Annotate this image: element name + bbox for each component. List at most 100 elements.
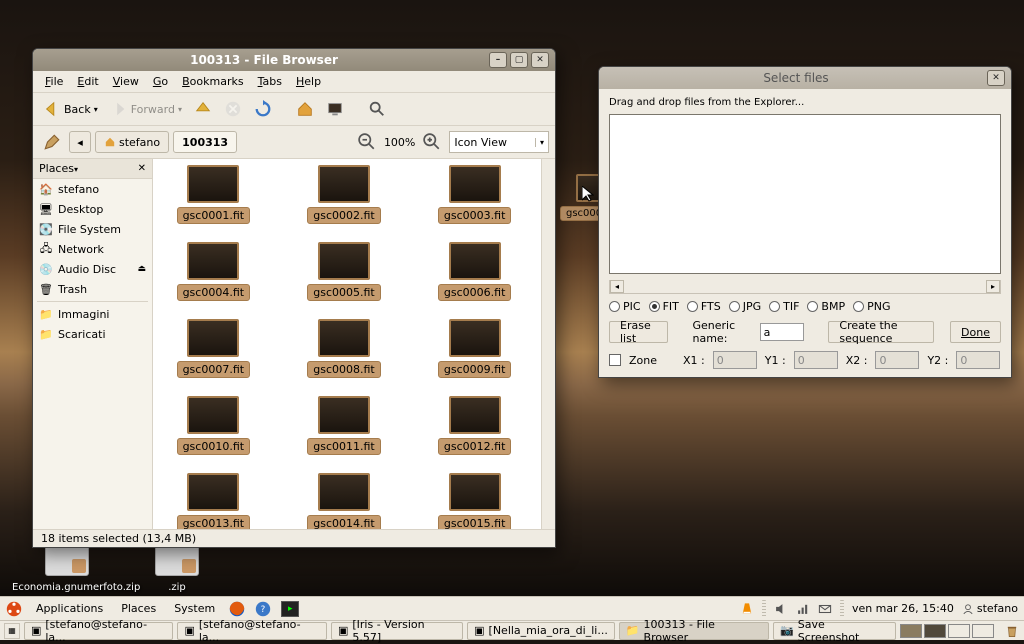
file-icon-view[interactable]: gsc0001.fit gsc0002.fit gsc0003.fit gsc0004… bbox=[153, 159, 555, 529]
sidebar-bookmark-immagini[interactable]: 📁Immagini bbox=[33, 304, 152, 324]
breadcrumb-home[interactable]: stefano bbox=[95, 131, 169, 153]
mail-icon[interactable] bbox=[818, 602, 832, 616]
network-icon[interactable] bbox=[796, 602, 810, 616]
select-files-dialog: Select files ✕ Drag and drop files from … bbox=[598, 66, 1012, 378]
close-sidebar-button[interactable]: ✕ bbox=[138, 163, 146, 174]
file-item[interactable]: gsc0001.fit bbox=[163, 165, 264, 224]
done-button[interactable]: Done bbox=[950, 321, 1001, 343]
breadcrumb-current[interactable]: 100313 bbox=[173, 131, 237, 153]
file-item[interactable]: gsc0015.fit bbox=[424, 473, 525, 529]
zone-checkbox[interactable] bbox=[609, 354, 621, 366]
computer-button[interactable] bbox=[322, 97, 348, 121]
view-mode-select[interactable]: Icon View ▾ bbox=[449, 131, 549, 153]
up-button[interactable] bbox=[190, 97, 216, 121]
firefox-icon[interactable] bbox=[229, 601, 245, 617]
taskbar-item[interactable]: ▣[Nella_mia_ora_di_li... bbox=[467, 622, 615, 640]
sidebar-item-stefano[interactable]: 🏠stefano bbox=[33, 179, 152, 199]
volume-icon[interactable] bbox=[774, 602, 788, 616]
applications-menu[interactable]: Applications bbox=[32, 600, 107, 617]
menu-edit[interactable]: Edit bbox=[71, 73, 104, 90]
format-radio-tif[interactable]: TIF bbox=[769, 300, 799, 313]
format-radio-pic[interactable]: PIC bbox=[609, 300, 641, 313]
erase-list-button[interactable]: Erase list bbox=[609, 321, 668, 343]
file-item[interactable]: gsc0014.fit bbox=[294, 473, 395, 529]
create-sequence-button[interactable]: Create the sequence bbox=[828, 321, 934, 343]
clock[interactable]: ven mar 26, 15:40 bbox=[852, 602, 954, 615]
menu-bookmarks[interactable]: Bookmarks bbox=[176, 73, 249, 90]
file-item[interactable]: gsc0007.fit bbox=[163, 319, 264, 378]
trash-icon[interactable] bbox=[1004, 623, 1020, 639]
file-drop-list[interactable] bbox=[609, 114, 1001, 274]
file-item[interactable]: gsc0010.fit bbox=[163, 396, 264, 455]
workspace-switcher[interactable] bbox=[900, 624, 994, 638]
menu-help[interactable]: Help bbox=[290, 73, 327, 90]
format-radio-fts[interactable]: FTS bbox=[687, 300, 721, 313]
file-item[interactable]: gsc0004.fit bbox=[163, 242, 264, 301]
file-item[interactable]: gsc0013.fit bbox=[163, 473, 264, 529]
file-name-label: gsc0014.fit bbox=[307, 515, 381, 529]
taskbar-item[interactable]: 📁100313 - File Browser bbox=[619, 622, 769, 640]
search-button[interactable] bbox=[364, 97, 390, 121]
close-button[interactable]: ✕ bbox=[987, 70, 1005, 86]
sidebar-header[interactable]: Places▾ bbox=[39, 162, 78, 175]
format-radio-jpg[interactable]: JPG bbox=[729, 300, 761, 313]
breadcrumb-label: 100313 bbox=[182, 136, 228, 149]
menu-go[interactable]: Go bbox=[147, 73, 174, 90]
titlebar[interactable]: 100313 - File Browser – ▢ ✕ bbox=[33, 49, 555, 71]
sidebar-item-network[interactable]: 🖧Network bbox=[33, 239, 152, 259]
file-name-label: gsc0015.fit bbox=[438, 515, 512, 529]
file-thumb-icon bbox=[187, 165, 239, 203]
file-item[interactable]: gsc0005.fit bbox=[294, 242, 395, 301]
show-desktop-button[interactable]: ▦ bbox=[4, 623, 20, 639]
file-item[interactable]: gsc0009.fit bbox=[424, 319, 525, 378]
generic-name-input[interactable] bbox=[760, 323, 804, 341]
places-menu[interactable]: Places bbox=[117, 600, 160, 617]
help-icon[interactable]: ? bbox=[255, 601, 271, 617]
menu-view[interactable]: View bbox=[107, 73, 145, 90]
file-item[interactable]: gsc0006.fit bbox=[424, 242, 525, 301]
format-radio-fit[interactable]: FIT bbox=[649, 300, 679, 313]
taskbar-item[interactable]: ▣[stefano@stefano-la... bbox=[24, 622, 174, 640]
path-back-button[interactable]: ◂ bbox=[69, 131, 91, 153]
maximize-button[interactable]: ▢ bbox=[510, 52, 528, 68]
system-menu[interactable]: System bbox=[170, 600, 219, 617]
file-item[interactable]: gsc0003.fit bbox=[424, 165, 525, 224]
file-item[interactable]: gsc0008.fit bbox=[294, 319, 395, 378]
sidebar-item-file-system[interactable]: 💽File System bbox=[33, 219, 152, 239]
file-item[interactable]: gsc0011.fit bbox=[294, 396, 395, 455]
zoom-out-button[interactable] bbox=[354, 130, 380, 154]
sidebar-item-desktop[interactable]: 🖥Desktop bbox=[33, 199, 152, 219]
scroll-right-button[interactable]: ▸ bbox=[986, 280, 1000, 293]
file-item[interactable]: gsc0012.fit bbox=[424, 396, 525, 455]
sidebar-bookmark-scaricati[interactable]: 📁Scaricati bbox=[33, 324, 152, 344]
format-radios: PIC FIT FTS JPG TIF BMP PNG bbox=[609, 300, 1001, 313]
menu-file[interactable]: File bbox=[39, 73, 69, 90]
terminal-icon[interactable]: ▸ bbox=[281, 601, 299, 617]
close-button[interactable]: ✕ bbox=[531, 52, 549, 68]
taskbar-item[interactable]: ▣[stefano@stefano-la... bbox=[177, 622, 327, 640]
eject-icon[interactable]: ⏏ bbox=[137, 264, 146, 274]
vlc-icon[interactable] bbox=[740, 602, 754, 616]
trash-icon: 🗑 bbox=[39, 282, 53, 296]
minimize-button[interactable]: – bbox=[489, 52, 507, 68]
zoom-in-button[interactable] bbox=[419, 130, 445, 154]
edit-path-button[interactable] bbox=[39, 130, 65, 154]
ubuntu-logo-icon[interactable] bbox=[6, 601, 22, 617]
home-button[interactable] bbox=[292, 97, 318, 121]
back-button[interactable]: Back ▾ bbox=[39, 97, 102, 121]
taskbar-item[interactable]: ▣[Iris - Version 5.57] bbox=[331, 622, 463, 640]
user-menu[interactable]: stefano bbox=[962, 602, 1018, 615]
file-item[interactable]: gsc0002.fit bbox=[294, 165, 395, 224]
sidebar-item-audio-disc[interactable]: 💿Audio Disc⏏ bbox=[33, 259, 152, 279]
taskbar-item[interactable]: 📷Save Screenshot bbox=[773, 622, 896, 640]
format-radio-bmp[interactable]: BMP bbox=[807, 300, 845, 313]
scrollbar[interactable]: ◂ ▸ bbox=[609, 280, 1001, 294]
format-radio-png[interactable]: PNG bbox=[853, 300, 890, 313]
titlebar[interactable]: Select files ✕ bbox=[599, 67, 1011, 89]
scroll-left-button[interactable]: ◂ bbox=[610, 280, 624, 293]
reload-button[interactable] bbox=[250, 97, 276, 121]
menu-tabs[interactable]: Tabs bbox=[252, 73, 288, 90]
scrollbar[interactable] bbox=[541, 159, 555, 529]
file-thumb-icon bbox=[318, 165, 370, 203]
sidebar-item-trash[interactable]: 🗑Trash bbox=[33, 279, 152, 299]
